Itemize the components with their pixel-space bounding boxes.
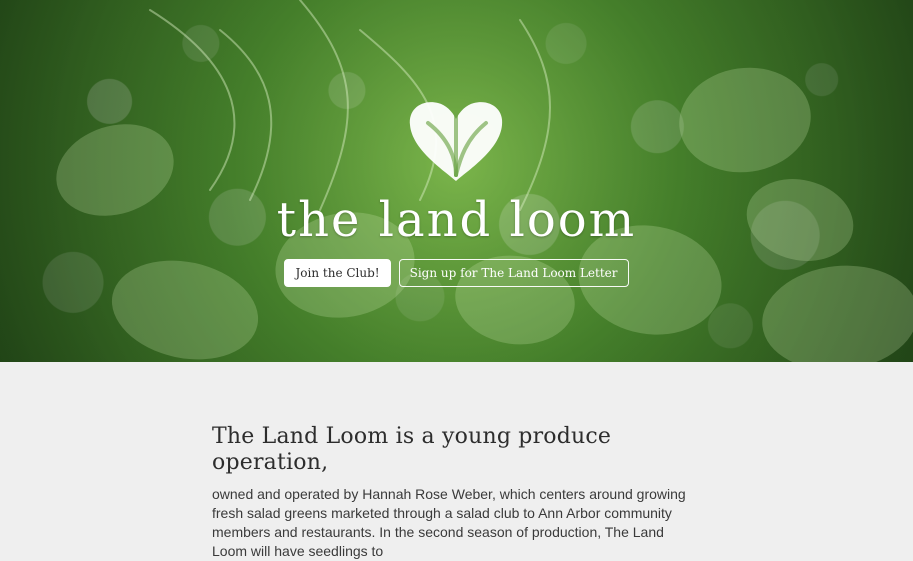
intro-heading: The Land Loom is a young produce operati… [212, 424, 612, 476]
intro-content: The Land Loom is a young produce operati… [212, 424, 700, 561]
site-title: the land loom [276, 192, 637, 248]
intro-paragraph: owned and operated by Hannah Rose Weber,… [212, 485, 686, 559]
intro-section: The Land Loom is a young produce operati… [0, 362, 913, 559]
join-club-button[interactable]: Join the Club! [284, 259, 391, 287]
hero-actions: Join the Club! Sign up for The Land Loom… [0, 259, 913, 287]
newsletter-signup-button[interactable]: Sign up for The Land Loom Letter [398, 259, 629, 287]
heart-leaf-logo-icon [409, 102, 503, 181]
hero-banner: the land loom Join the Club! Sign up for… [0, 0, 913, 362]
